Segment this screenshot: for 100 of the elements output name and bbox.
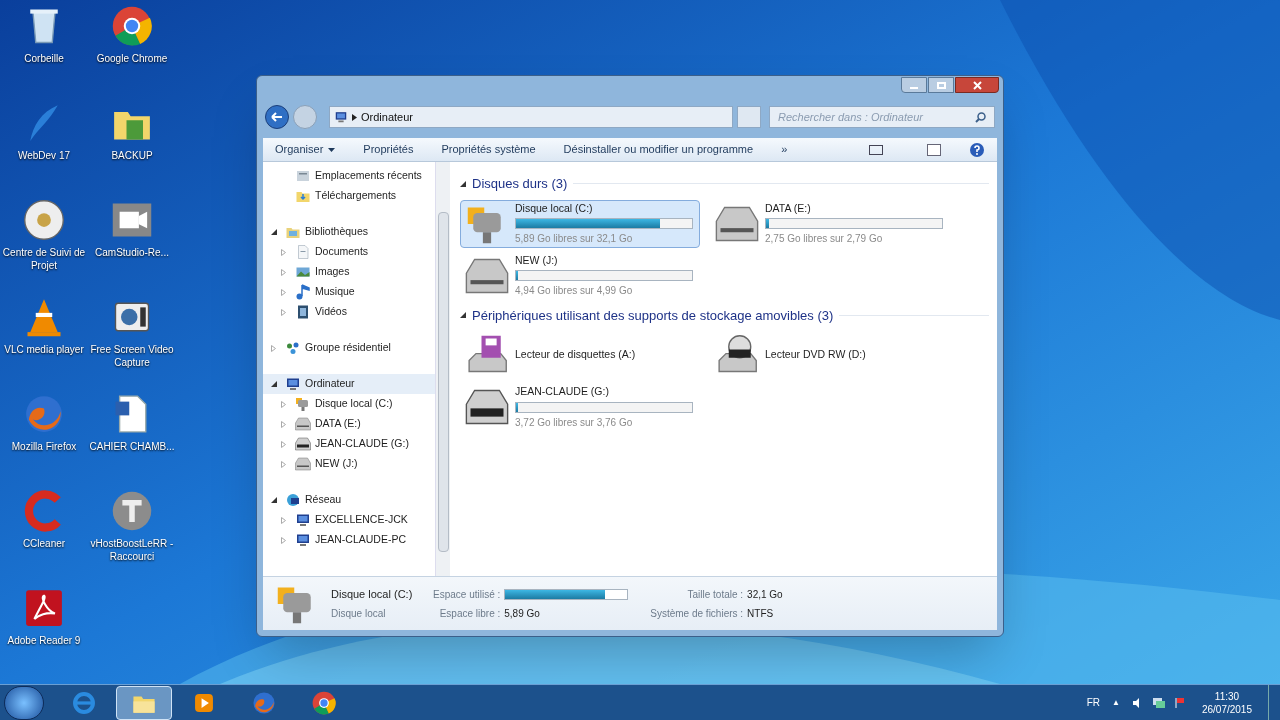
used-space-label: Espace utilisé : (433, 587, 501, 602)
collapsed-arrow-icon[interactable] (281, 420, 286, 428)
collapsed-arrow-icon[interactable] (281, 516, 286, 524)
expanded-arrow-icon[interactable] (271, 381, 277, 387)
desktop-icon-label[interactable]: vHostBoostLeRR - Raccourci (88, 537, 176, 563)
drive-tile[interactable]: Lecteur DVD RW (D:) (710, 331, 950, 379)
details-name: Disque local (C:) (331, 586, 414, 602)
free-space-text: 5,89 Go libres sur 32,1 Go (515, 232, 634, 247)
nav-item[interactable]: Emplacements récents (271, 166, 435, 186)
desktop-icon-label[interactable]: CCleaner (0, 537, 88, 550)
nav-item[interactable]: Bibliothèques (271, 222, 435, 242)
chrome-icon[interactable] (110, 4, 154, 48)
nav-item[interactable]: NEW (J:) (271, 454, 435, 474)
preview-pane-button[interactable] (927, 143, 941, 156)
maximize-button[interactable] (928, 77, 954, 93)
nav-item[interactable]: Ordinateur (263, 374, 435, 394)
collapsed-arrow-icon[interactable] (281, 268, 286, 276)
nav-item[interactable]: DATA (E:) (271, 414, 435, 434)
toolbar-button[interactable]: Propriétés (363, 141, 414, 158)
close-icon (972, 80, 982, 90)
nav-item[interactable]: Groupe résidentiel (271, 338, 435, 358)
collapsed-arrow-icon[interactable] (281, 308, 286, 316)
collapsed-arrow-icon[interactable] (281, 248, 286, 256)
back-arrow-icon (271, 111, 283, 123)
collapsed-arrow-icon[interactable] (271, 344, 276, 352)
collapsed-arrow-icon[interactable] (281, 536, 286, 544)
file-system-value: NTFS (747, 606, 775, 621)
file-system-label: Système de fichiers : (650, 606, 744, 621)
back-button[interactable] (265, 105, 289, 129)
collapsed-arrow-icon[interactable] (281, 400, 286, 408)
computer-icon (295, 532, 311, 548)
desktop-icon-label[interactable]: Centre de Suivi de Projet (0, 246, 88, 272)
desktop-icon-label[interactable]: BACKUP (88, 149, 176, 162)
film-icon (295, 304, 311, 320)
help-icon[interactable] (969, 141, 985, 158)
desktop-icon-label[interactable]: WebDev 17 (0, 149, 88, 162)
drive-name: NEW (J:) (515, 252, 559, 268)
expanded-arrow-icon[interactable] (271, 229, 277, 235)
drive-tile[interactable]: Lecteur de disquettes (A:) (460, 331, 700, 379)
nav-item[interactable]: JEAN-CLAUDE-PC (271, 530, 435, 550)
desktop-icon-label[interactable]: Corbeille (0, 52, 88, 65)
nav-item[interactable]: JEAN-CLAUDE (G:) (271, 434, 435, 454)
clock-time[interactable]: 11:30 (1214, 689, 1240, 703)
tray-arrow[interactable]: ▲ (1112, 696, 1120, 709)
free-space-text: 4,94 Go libres sur 4,99 Go (515, 284, 634, 299)
chrome-icon (311, 689, 337, 716)
nav-item[interactable]: Réseau (271, 490, 435, 510)
drive-tile[interactable]: NEW (J:) 4,94 Go libres sur 4,99 Go (460, 251, 700, 300)
clock-date[interactable]: 26/07/2015 (1201, 702, 1252, 716)
drive-name: JEAN-CLAUDE (G:) (515, 384, 610, 400)
search-icon (975, 111, 986, 123)
flag-icon[interactable] (1173, 696, 1186, 709)
toolbar-button[interactable]: Désinstaller ou modifier un programme (563, 141, 754, 158)
desktop-icon-label[interactable]: Mozilla Firefox (0, 440, 88, 453)
collapsed-arrow-icon[interactable] (281, 440, 286, 448)
disc-icon[interactable] (22, 198, 66, 242)
minimize-button[interactable] (901, 77, 927, 93)
drive-tile[interactable]: JEAN-CLAUDE (G:) 3,72 Go libres sur 3,76 Go (460, 383, 700, 431)
nav-item[interactable]: EXCELLENCE-JCK (271, 510, 435, 530)
breadcrumb-arrow-icon (352, 113, 357, 121)
desktop-icon-label[interactable]: Free Screen Video Capture (88, 343, 176, 369)
language-indicator[interactable]: FR (1086, 695, 1100, 710)
drive-tile[interactable]: DATA (E:) 2,75 Go libres sur 2,79 Go (710, 199, 950, 248)
recent-places-icon (295, 168, 311, 184)
nav-item[interactable]: Téléchargements (271, 186, 435, 206)
expanded-arrow-icon[interactable] (271, 497, 277, 503)
nav-item[interactable]: Musique (271, 282, 435, 302)
toolbar-button[interactable]: Organiser (275, 141, 336, 158)
close-button[interactable] (955, 77, 999, 93)
breadcrumb[interactable]: Ordinateur (361, 108, 413, 126)
scrollbar[interactable] (435, 162, 450, 576)
desktop-icon-label[interactable]: CAHIER CHAMB... (88, 440, 176, 453)
t-letter-icon[interactable] (110, 489, 154, 533)
collapsed-arrow-icon[interactable] (281, 288, 286, 296)
computer-icon (334, 110, 348, 124)
desktop-icon-label[interactable]: Google Chrome (88, 52, 176, 65)
expanded-arrow-icon[interactable] (460, 312, 466, 319)
system-drive-icon (295, 396, 311, 412)
caret-icon (328, 147, 336, 152)
network-icon (285, 492, 301, 508)
nav-item[interactable]: Documents (271, 242, 435, 262)
toolbar-button[interactable]: Propriétés système (441, 141, 536, 158)
collapsed-arrow-icon[interactable] (281, 460, 286, 468)
desktop-icon-label[interactable]: CamStudio-Re... (88, 246, 176, 259)
drive-tile[interactable]: Disque local (C:) 5,89 Go libres sur 32,1 Go (460, 199, 700, 248)
group-heading[interactable]: Périphériques utilisant des supports de stockage amovibles (3) (472, 305, 834, 325)
address-bar[interactable]: Ordinateur (329, 106, 733, 128)
group-heading[interactable]: Disques durs (3) (472, 174, 568, 194)
expanded-arrow-icon[interactable] (460, 180, 466, 187)
nav-item[interactable]: Vidéos (271, 302, 435, 322)
desktop-icon-label[interactable]: VLC media player (0, 343, 88, 356)
desktop-icon-label[interactable]: Adobe Reader 9 (0, 634, 88, 647)
toolbar-button[interactable]: » (781, 141, 788, 158)
start-button[interactable] (4, 685, 44, 720)
network-icon[interactable] (1151, 696, 1166, 709)
taskbar-button[interactable] (116, 685, 172, 720)
nav-item[interactable]: Images (271, 262, 435, 282)
free-space-label: Espace libre : (438, 606, 501, 621)
nav-item[interactable]: Disque local (C:) (271, 394, 435, 414)
drive-name: Lecteur de disquettes (A:) (515, 347, 637, 363)
